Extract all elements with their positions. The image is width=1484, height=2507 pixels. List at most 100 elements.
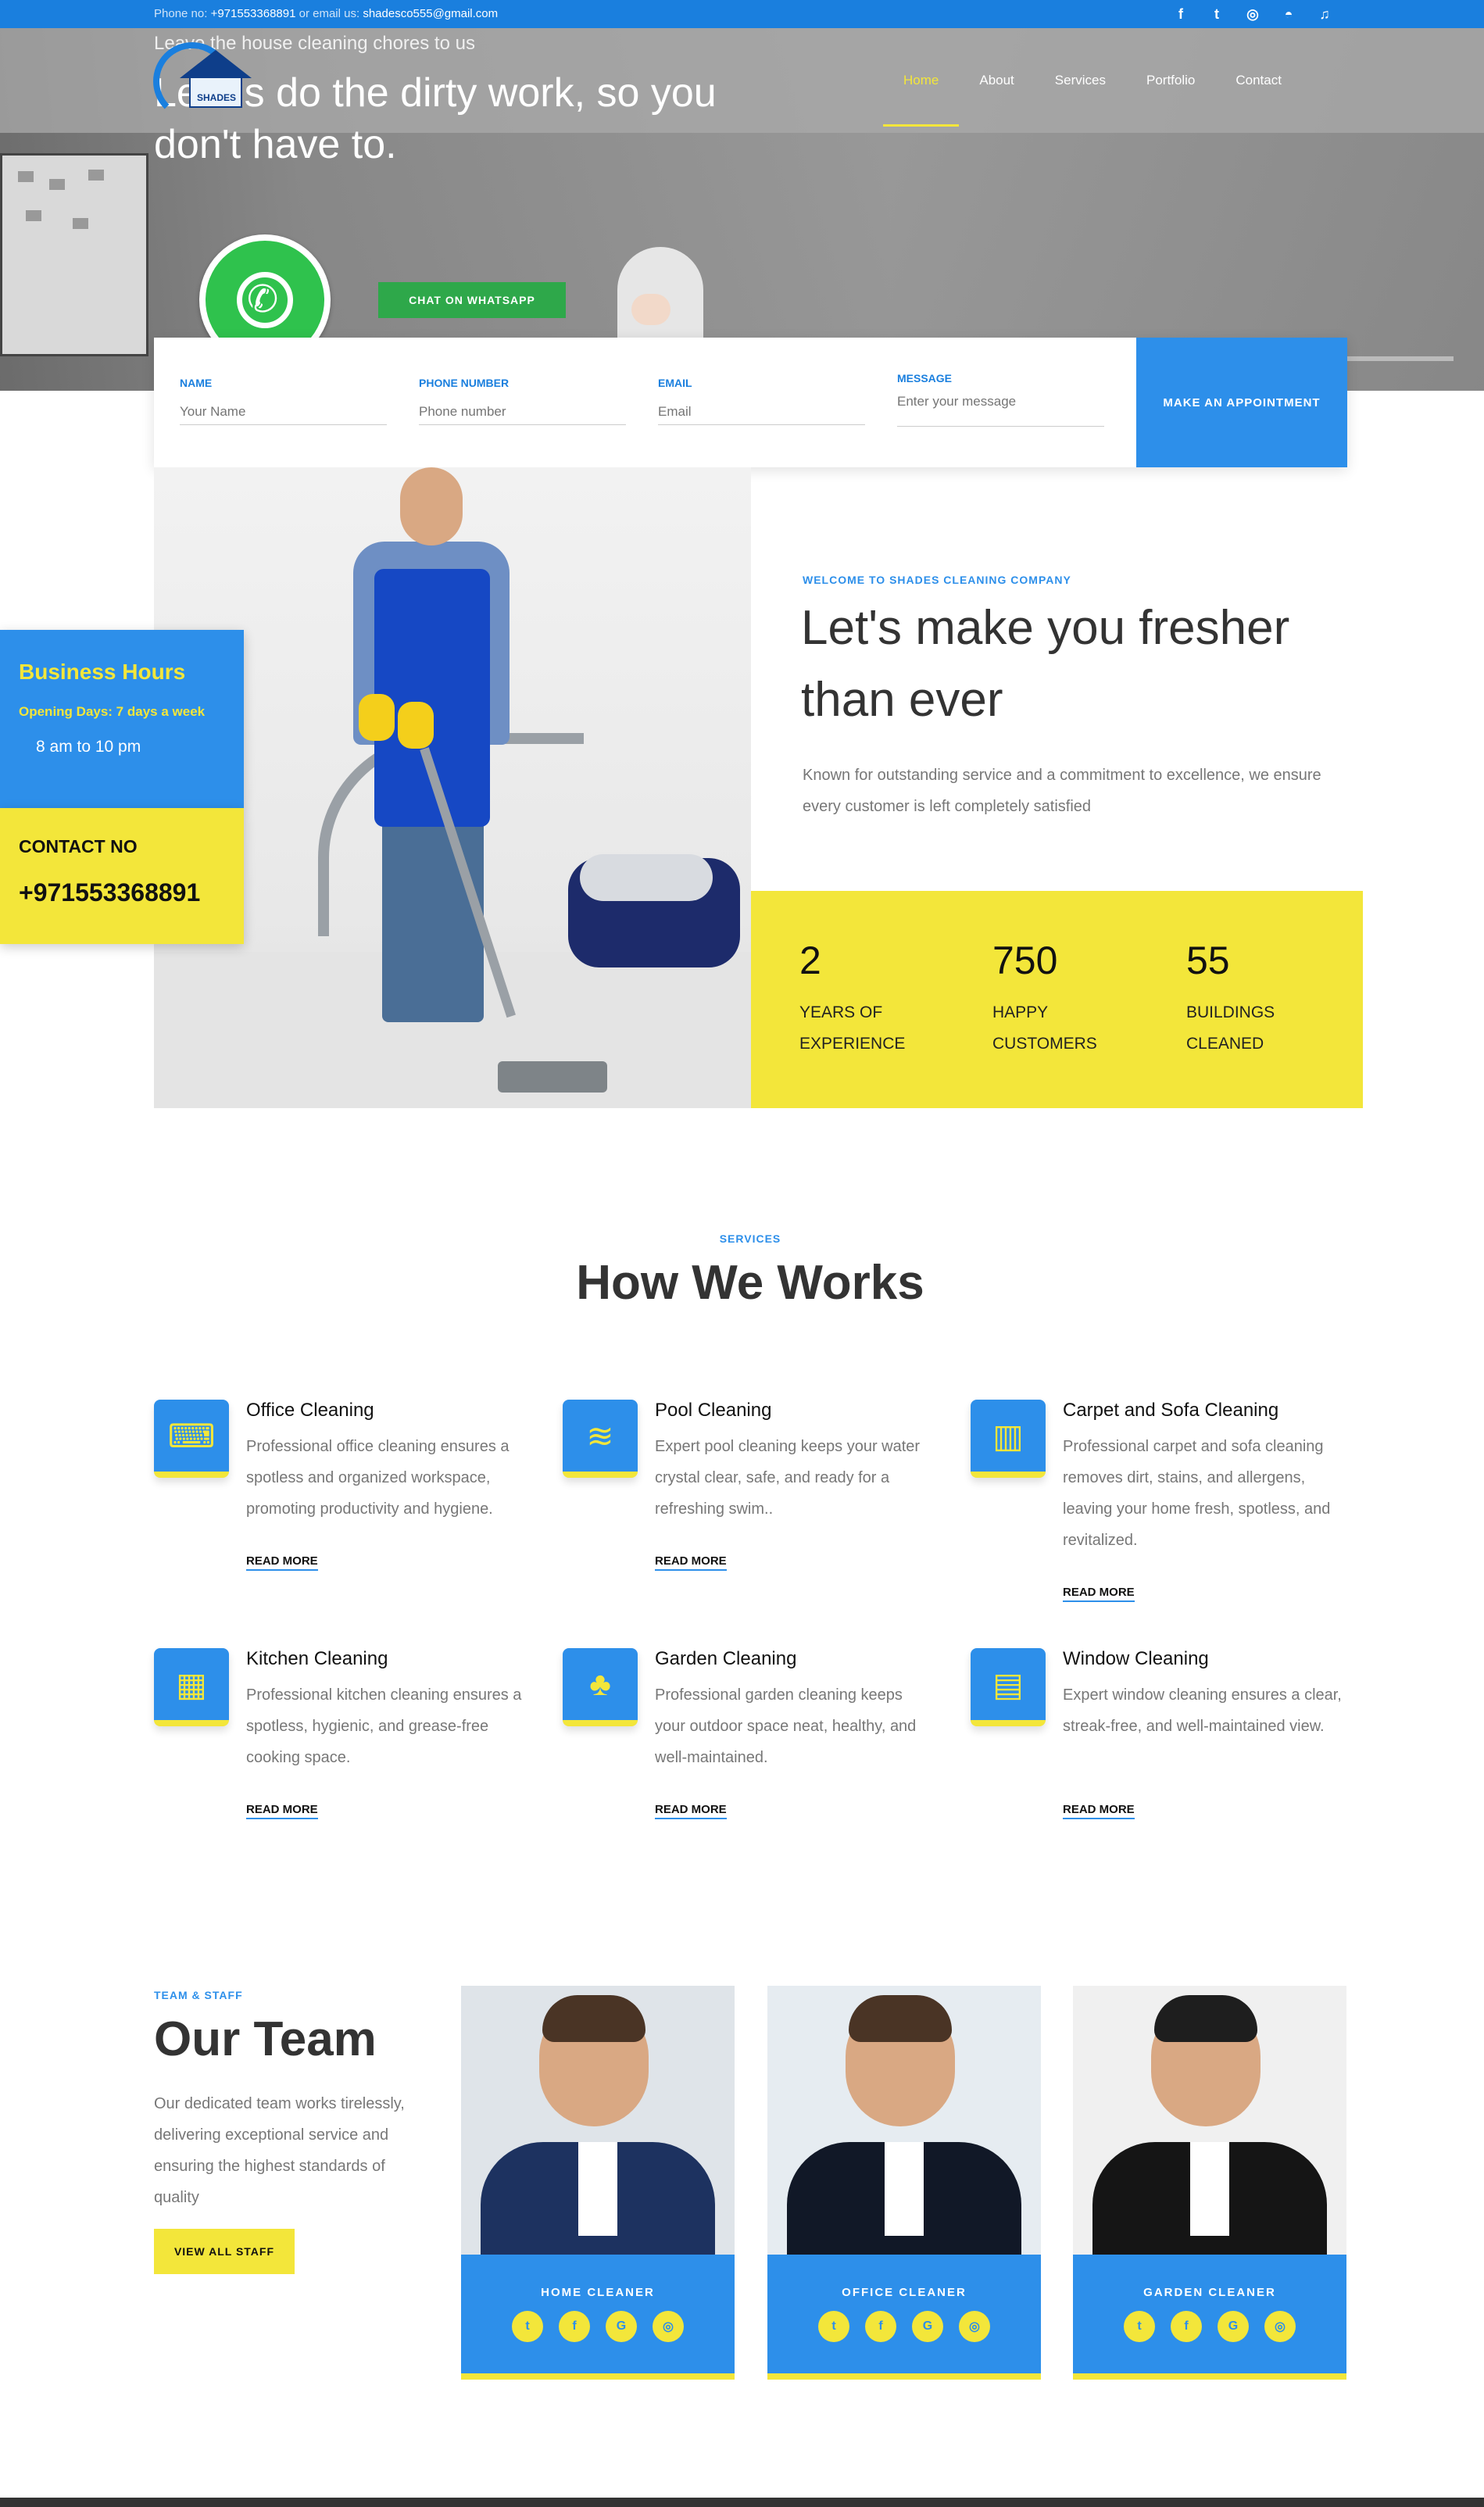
stat-number: 2 <box>799 939 821 982</box>
service-text: Professional carpet and sofa cleaning re… <box>1063 1438 1331 1549</box>
top-contact: Phone no: +971553368891 or email us: sha… <box>154 7 498 20</box>
footer-divider <box>0 2498 1484 2507</box>
read-more-link[interactable]: READ MORE <box>1063 1803 1135 1819</box>
instagram-icon[interactable]: ◎ <box>653 2311 684 2342</box>
email-label: or email us: <box>299 7 360 20</box>
stat-number: 750 <box>992 939 1058 982</box>
message-textarea[interactable] <box>897 394 1104 427</box>
service-title: Kitchen Cleaning <box>246 1648 388 1669</box>
service-text: Professional garden cleaning keeps your … <box>655 1686 917 1766</box>
read-more-link[interactable]: READ MORE <box>246 1803 318 1819</box>
vacuum-top <box>580 854 713 901</box>
service-text: Professional office cleaning ensures a s… <box>246 1438 510 1518</box>
team-text: Our dedicated team works tirelessly, del… <box>154 2095 405 2206</box>
team-card-home-cleaner: HOME CLEANER t f G ◎ <box>461 1986 735 2386</box>
read-more-link[interactable]: READ MORE <box>1063 1586 1135 1602</box>
about-eyebrow: WELCOME TO SHADES CLEANING COMPANY <box>803 574 1071 586</box>
instagram-icon[interactable]: ◎ <box>959 2311 990 2342</box>
google-icon[interactable]: G <box>912 2311 943 2342</box>
staff-photo <box>767 1986 1041 2255</box>
site-logo[interactable]: SHADES <box>153 36 266 127</box>
cleaner-head <box>400 467 463 545</box>
hours-title: Business Hours <box>19 660 186 684</box>
stat-label-line1: BUILDINGS <box>1186 1003 1275 1021</box>
contact-number[interactable]: +971553368891 <box>19 878 200 907</box>
top-bar: Phone no: +971553368891 or email us: sha… <box>0 0 1484 28</box>
about-text: Known for outstanding service and a comm… <box>803 767 1321 815</box>
staff-role: GARDEN CLEANER <box>1143 2286 1276 2299</box>
service-text: Expert window cleaning ensures a clear, … <box>1063 1686 1342 1735</box>
appointment-form: NAME PHONE NUMBER EMAIL MESSAGE MAKE AN … <box>154 338 1347 467</box>
phone-input[interactable] <box>419 399 626 425</box>
google-icon[interactable]: G <box>606 2311 637 2342</box>
twitter-icon[interactable]: t <box>1124 2311 1155 2342</box>
nav-about[interactable]: About <box>959 28 1034 133</box>
instagram-icon[interactable]: ◎ <box>1242 4 1264 24</box>
vacuum-head <box>498 1061 607 1093</box>
message-field-group: MESSAGE <box>897 372 1104 431</box>
main-nav: Home About Services Portfolio Contact <box>883 28 1302 133</box>
cleaner-glove-right <box>398 702 434 749</box>
tiktok-icon[interactable]: ♫ <box>1314 4 1336 24</box>
team-eyebrow: TEAM & STAFF <box>154 1989 243 2001</box>
stat-label-line2: CLEANED <box>1186 1035 1264 1053</box>
view-all-staff-button[interactable]: VIEW ALL STAFF <box>154 2229 295 2274</box>
phone-link[interactable]: +971553368891 <box>211 7 296 20</box>
facebook-icon[interactable]: f <box>559 2311 590 2342</box>
opening-days: Opening Days: 7 days a week <box>19 704 206 719</box>
kitchen-icon: ▦ <box>154 1648 229 1726</box>
staff-socials: t f G ◎ <box>461 2311 735 2342</box>
stat-label: BUILDINGS CLEANED <box>1186 997 1358 1060</box>
email-field-group: EMAIL <box>658 377 865 425</box>
name-field-group: NAME <box>180 377 387 425</box>
service-title: Window Cleaning <box>1063 1648 1209 1669</box>
read-more-link[interactable]: READ MORE <box>655 1803 727 1819</box>
email-link[interactable]: shadesco555@gmail.com <box>363 7 498 20</box>
nav-contact[interactable]: Contact <box>1215 28 1302 133</box>
read-more-link[interactable]: READ MORE <box>655 1554 727 1571</box>
garden-icon: ♣ <box>563 1648 638 1726</box>
staff-shirt <box>885 2142 924 2236</box>
pool-icon: ≋ <box>563 1400 638 1478</box>
staff-role: HOME CLEANER <box>541 2286 655 2299</box>
carpet-icon: ▥ <box>971 1400 1046 1478</box>
facebook-icon[interactable]: f <box>865 2311 896 2342</box>
cleaner-legs <box>382 819 484 1022</box>
contact-number-box: CONTACT NO +971553368891 <box>0 808 244 944</box>
stat-label-line2: EXPERIENCE <box>799 1035 906 1053</box>
stat-number: 55 <box>1186 939 1230 982</box>
stat-label-line1: HAPPY <box>992 1003 1049 1021</box>
snapchat-icon[interactable]: ◓ <box>1278 4 1300 24</box>
make-appointment-button[interactable]: MAKE AN APPOINTMENT <box>1136 338 1347 467</box>
staff-hair <box>849 1995 952 2042</box>
stat-label-line2: CUSTOMERS <box>992 1035 1097 1053</box>
email-label: EMAIL <box>658 377 692 389</box>
facebook-icon[interactable]: f <box>1171 2311 1202 2342</box>
service-title: Pool Cleaning <box>655 1400 772 1421</box>
business-hours-box: Business Hours Opening Days: 7 days a we… <box>0 630 244 808</box>
google-icon[interactable]: G <box>1218 2311 1249 2342</box>
team-card-office-cleaner: OFFICE CLEANER t f G ◎ <box>767 1986 1041 2386</box>
nav-services[interactable]: Services <box>1035 28 1126 133</box>
window-icon: ▤ <box>971 1648 1046 1726</box>
read-more-link[interactable]: READ MORE <box>246 1554 318 1571</box>
nav-portfolio[interactable]: Portfolio <box>1126 28 1215 133</box>
services-title: How We Works <box>576 1256 924 1310</box>
email-input[interactable] <box>658 399 865 425</box>
team-card-garden-cleaner: GARDEN CLEANER t f G ◎ <box>1073 1986 1346 2386</box>
name-label: NAME <box>180 377 213 389</box>
nav-home[interactable]: Home <box>883 28 960 133</box>
staff-socials: t f G ◎ <box>767 2311 1041 2342</box>
logo-roof <box>180 50 252 78</box>
phone-label: Phone no: <box>154 7 208 20</box>
twitter-icon[interactable]: t <box>1206 4 1228 24</box>
whatsapp-handset-icon <box>237 272 293 328</box>
instagram-icon[interactable]: ◎ <box>1264 2311 1296 2342</box>
facebook-icon[interactable]: f <box>1170 4 1192 24</box>
phone-field-group: PHONE NUMBER <box>419 377 626 425</box>
chat-whatsapp-button[interactable]: CHAT ON WHATSAPP <box>378 282 566 318</box>
twitter-icon[interactable]: t <box>818 2311 849 2342</box>
name-input[interactable] <box>180 399 387 425</box>
staff-role: OFFICE CLEANER <box>842 2286 967 2299</box>
twitter-icon[interactable]: t <box>512 2311 543 2342</box>
